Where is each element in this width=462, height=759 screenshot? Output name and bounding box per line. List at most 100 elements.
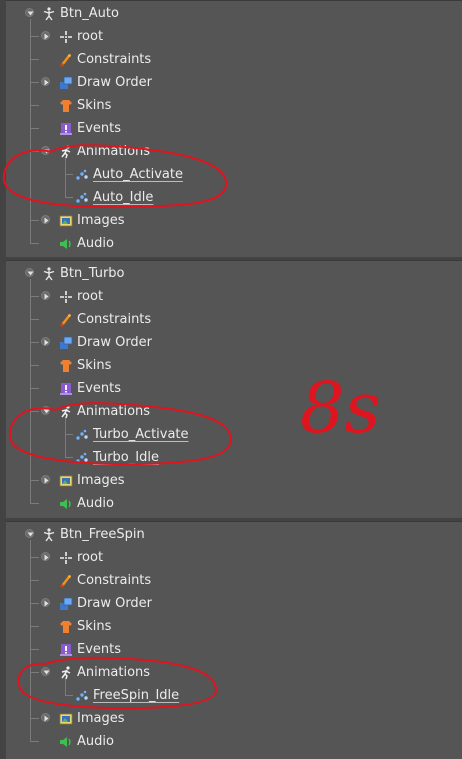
tree-node-root[interactable]: root bbox=[6, 25, 462, 48]
tree-node-label: Animations bbox=[77, 144, 151, 159]
skins-icon bbox=[59, 619, 73, 633]
tree-connector bbox=[65, 174, 73, 175]
expand-arrow-open-icon[interactable] bbox=[25, 529, 34, 538]
tree-node-label: Constraints bbox=[77, 52, 152, 67]
tree-node-images[interactable]: Images bbox=[6, 209, 462, 232]
expand-arrow-closed-icon[interactable] bbox=[41, 291, 50, 300]
tree-node-skins[interactable]: Skins bbox=[6, 354, 462, 377]
tree-node-draw-order[interactable]: Draw Order bbox=[6, 592, 462, 615]
animation-item[interactable]: Auto_Activate bbox=[6, 163, 462, 186]
audio-icon bbox=[59, 496, 73, 510]
tree-node-label: Audio bbox=[77, 734, 114, 749]
constraint-icon bbox=[59, 573, 73, 588]
tree-connector bbox=[30, 59, 39, 60]
tree-node-label: Btn_Auto bbox=[60, 6, 119, 21]
tree-node-skins[interactable]: Skins bbox=[6, 94, 462, 117]
expand-arrow-closed-icon[interactable] bbox=[41, 713, 50, 722]
tree-connector bbox=[30, 279, 31, 503]
tree-node-label: Auto_Activate bbox=[93, 167, 183, 182]
tree-node-animations[interactable]: Animations bbox=[6, 400, 462, 423]
constraint-icon bbox=[59, 52, 73, 67]
tree-node-animations[interactable]: Animations bbox=[6, 140, 462, 163]
tree-node-draw-order[interactable]: Draw Order bbox=[6, 331, 462, 354]
expand-arrow-open-icon[interactable] bbox=[25, 8, 34, 17]
tree-connector bbox=[30, 342, 39, 343]
expand-arrow-open-icon[interactable] bbox=[41, 667, 50, 676]
expand-arrow-open-icon[interactable] bbox=[41, 406, 50, 415]
expand-arrow-closed-icon[interactable] bbox=[41, 475, 50, 484]
animation-item-icon bbox=[75, 190, 89, 204]
images-icon bbox=[59, 711, 73, 725]
constraint-icon bbox=[59, 312, 73, 327]
events-icon bbox=[59, 121, 73, 135]
audio-icon bbox=[59, 734, 73, 748]
tree-connector bbox=[30, 649, 39, 650]
tree-node-label: Images bbox=[77, 711, 125, 726]
tree-node-animations[interactable]: Animations bbox=[6, 661, 462, 684]
animations-icon bbox=[59, 404, 73, 419]
tree-node-label: root bbox=[77, 289, 104, 304]
animation-item[interactable]: Turbo_Activate bbox=[6, 423, 462, 446]
tree-connector bbox=[30, 672, 39, 673]
animations-icon bbox=[59, 665, 73, 680]
tree-node-images[interactable]: Images bbox=[6, 469, 462, 492]
draw-order-icon bbox=[59, 75, 73, 89]
tree-connector bbox=[30, 626, 39, 627]
tree-node-events[interactable]: Events bbox=[6, 638, 462, 661]
animation-item[interactable]: Turbo_Idle bbox=[6, 446, 462, 469]
expand-arrow-closed-icon[interactable] bbox=[41, 598, 50, 607]
expand-arrow-closed-icon[interactable] bbox=[41, 337, 50, 346]
tree-node-audio[interactable]: Audio bbox=[6, 730, 462, 753]
skeleton-panel: Btn_Autoroot Constraints Draw Order Skins Ev… bbox=[6, 0, 462, 257]
tree-connector bbox=[30, 388, 39, 389]
tree-node-label: Animations bbox=[77, 665, 151, 680]
tree-node-constraints[interactable]: Constraints bbox=[6, 569, 462, 592]
skeleton-icon bbox=[42, 266, 56, 281]
tree-node-label: Btn_FreeSpin bbox=[60, 527, 145, 542]
events-icon bbox=[59, 642, 73, 656]
tree-node-skins[interactable]: Skins bbox=[6, 615, 462, 638]
tree-connector bbox=[30, 540, 31, 741]
tree-node-label: Turbo_Idle bbox=[93, 450, 159, 465]
expand-arrow-closed-icon[interactable] bbox=[41, 31, 50, 40]
tree-node-label: Constraints bbox=[77, 312, 152, 327]
tree-node-audio[interactable]: Audio bbox=[6, 492, 462, 515]
tree-node-label: Events bbox=[77, 121, 122, 136]
tree-node-label: Auto_Idle bbox=[93, 190, 154, 205]
animations-icon bbox=[59, 144, 73, 159]
tree-node-constraints[interactable]: Constraints bbox=[6, 48, 462, 71]
expand-arrow-open-icon[interactable] bbox=[41, 146, 50, 155]
tree-node-constraints[interactable]: Constraints bbox=[6, 308, 462, 331]
tree-node-label: root bbox=[77, 550, 104, 565]
tree-node-label: Skins bbox=[77, 98, 112, 113]
tree-node-label: Skins bbox=[77, 619, 112, 634]
tree-node-root[interactable]: root bbox=[6, 546, 462, 569]
animation-item-icon bbox=[75, 167, 89, 181]
tree-node-audio[interactable]: Audio bbox=[6, 232, 462, 255]
skeleton-node[interactable]: Btn_FreeSpin bbox=[6, 523, 462, 546]
tree-node-events[interactable]: Events bbox=[6, 377, 462, 400]
expand-arrow-closed-icon[interactable] bbox=[41, 552, 50, 561]
skeleton-icon bbox=[42, 6, 56, 21]
tree-connector bbox=[30, 82, 39, 83]
tree-node-draw-order[interactable]: Draw Order bbox=[6, 71, 462, 94]
animation-item[interactable]: FreeSpin_Idle bbox=[6, 684, 462, 707]
images-icon bbox=[59, 473, 73, 487]
tree-connector bbox=[30, 480, 39, 481]
tree-node-label: FreeSpin_Idle bbox=[93, 688, 180, 703]
tree-node-label: Turbo_Activate bbox=[93, 427, 189, 442]
expand-arrow-open-icon[interactable] bbox=[25, 268, 34, 277]
tree-node-events[interactable]: Events bbox=[6, 117, 462, 140]
tree-node-label: root bbox=[77, 29, 104, 44]
tree-connector bbox=[30, 718, 39, 719]
tree-node-images[interactable]: Images bbox=[6, 707, 462, 730]
skeleton-panel: Btn_Turboroot Constraints Draw Order Skins E… bbox=[6, 260, 462, 518]
tree-node-root[interactable]: root bbox=[6, 285, 462, 308]
animation-item[interactable]: Auto_Idle bbox=[6, 186, 462, 209]
expand-arrow-closed-icon[interactable] bbox=[41, 215, 50, 224]
tree-node-label: Audio bbox=[77, 496, 114, 511]
skeleton-node[interactable]: Btn_Turbo bbox=[6, 262, 462, 285]
tree-connector bbox=[30, 503, 39, 504]
expand-arrow-closed-icon[interactable] bbox=[41, 77, 50, 86]
skeleton-node[interactable]: Btn_Auto bbox=[6, 2, 462, 25]
